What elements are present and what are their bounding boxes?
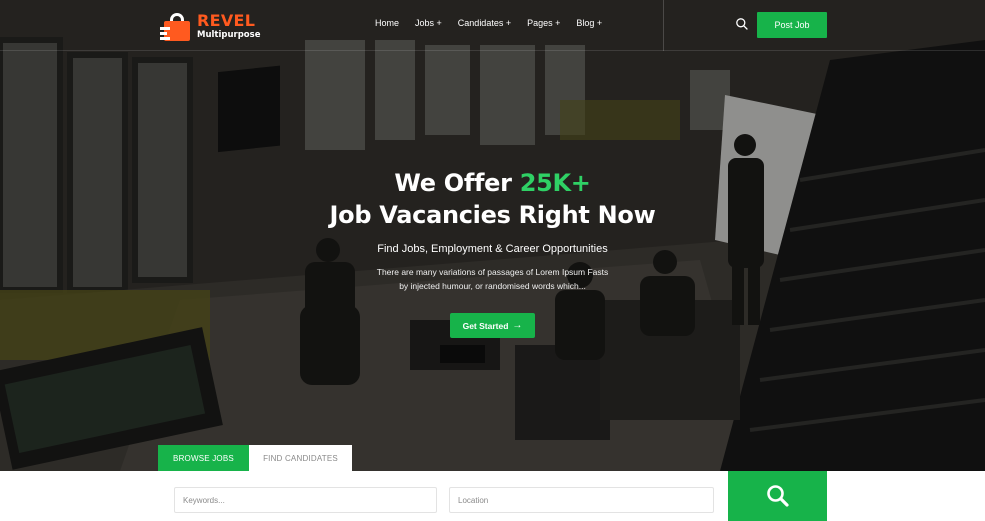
hero-headline-line1: We Offer 25K+ [0,169,985,197]
tab-browse-jobs[interactable]: BROWSE JOBS [158,445,249,471]
hero-description-line2: by injected humour, or randomised words … [399,281,586,291]
tab-find-candidates[interactable]: FIND CANDIDATES [249,445,352,471]
hero-background [0,0,985,471]
nav-item-home[interactable]: Home [375,18,399,28]
arrow-right-icon: → [512,320,523,331]
hero-description-line1: There are many variations of passages of… [376,267,609,277]
logo-subtitle: Multipurpose [197,29,261,40]
header-divider [663,0,664,51]
hero-description: There are many variations of passages of… [0,265,985,293]
location-input[interactable] [450,488,713,512]
nav-item-blog[interactable]: Blog + [576,18,602,28]
site-logo[interactable]: REVEL Multipurpose [160,8,260,44]
job-search-form [158,471,827,521]
search-tabs: BROWSE JOBS FIND CANDIDATES [158,445,352,471]
headline-accent: 25K+ [519,169,591,197]
site-header: REVEL Multipurpose Home Jobs + Candidate… [0,0,985,51]
shopping-bag-icon [160,11,192,41]
headline-prefix: We Offer [394,169,520,197]
post-job-button[interactable]: Post Job [757,12,827,38]
logo-title: REVEL [197,10,256,30]
main-nav: Home Jobs + Candidates + Pages + Blog + [375,18,618,28]
nav-item-pages[interactable]: Pages + [527,18,560,28]
get-started-button[interactable]: Get Started → [450,313,535,338]
nav-item-jobs[interactable]: Jobs + [415,18,442,28]
hero-tagline: Find Jobs, Employment & Career Opportuni… [377,243,608,255]
keywords-input[interactable] [175,488,436,512]
keywords-field [174,487,437,513]
location-field [449,487,714,513]
search-icon[interactable] [735,17,749,31]
hero-headline-line2: Job Vacancies Right Now [329,201,656,229]
hero-overlay [0,0,985,471]
search-icon [766,485,789,507]
search-submit-button[interactable] [728,471,827,521]
get-started-label: Get Started [462,320,509,331]
nav-item-candidates[interactable]: Candidates + [458,18,511,28]
